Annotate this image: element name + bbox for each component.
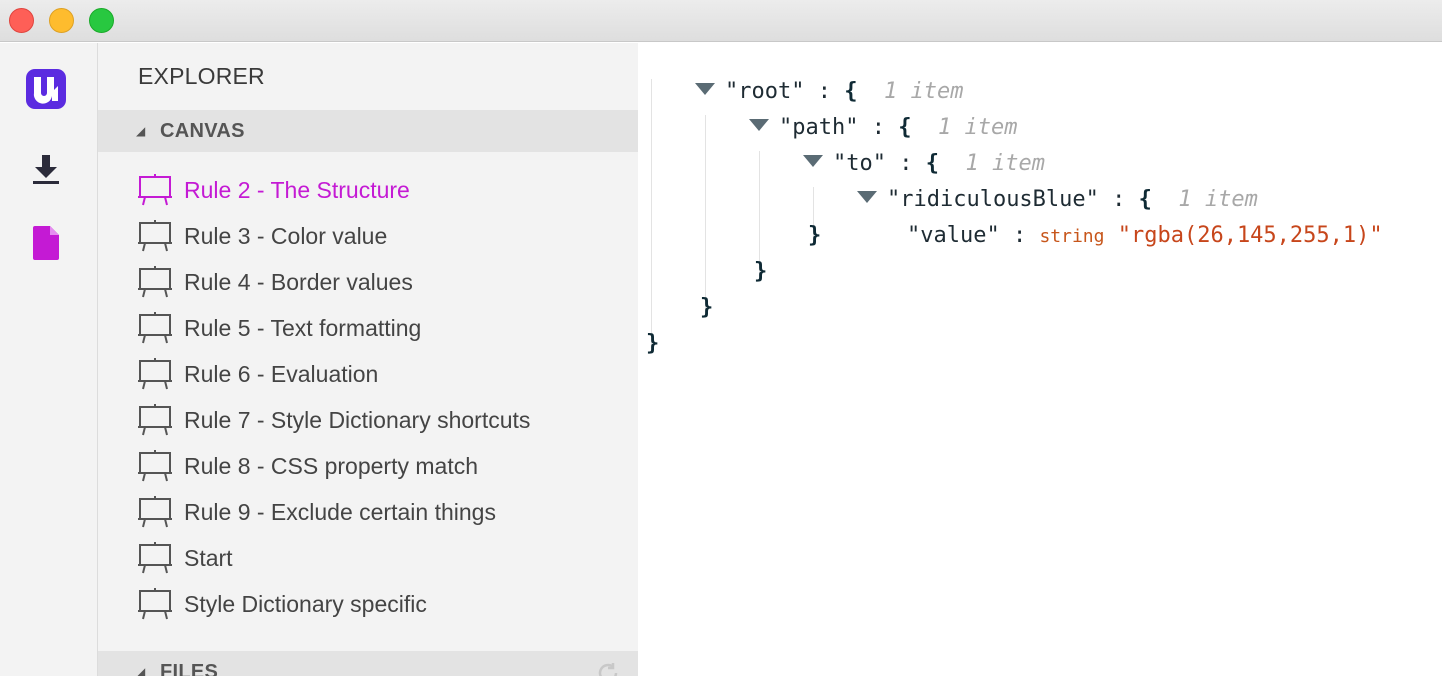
download-icon[interactable] [24, 147, 68, 191]
json-close-brace-char: } [700, 295, 714, 320]
file-icon[interactable] [24, 221, 68, 265]
canvas-item-label: Rule 9 - Exclude certain things [184, 498, 496, 525]
easel-icon [138, 357, 172, 391]
canvas-item-label: Rule 8 - CSS property match [184, 452, 479, 479]
canvas-item[interactable]: Rule 2 - The Structure [98, 167, 638, 213]
json-close-brace: } [754, 254, 767, 290]
canvas-item-label: Rule 3 - Color value [184, 222, 388, 249]
json-node-root[interactable]: "root" : { 1 item [642, 38, 963, 104]
files-section-header[interactable]: ◢ FILES [98, 651, 638, 676]
json-type-label: string [1039, 226, 1105, 247]
title-bar [0, 0, 1442, 42]
explorer-title: EXPLORER [138, 63, 265, 89]
files-section-label: FILES [160, 660, 219, 676]
easel-icon [138, 541, 172, 575]
json-close-brace: } [808, 218, 821, 254]
json-close-brace: } [646, 326, 659, 362]
refresh-icon[interactable] [596, 661, 620, 676]
canvas-item-label: Style Dictionary specific [184, 590, 427, 617]
canvas-item-label: Rule 6 - Evaluation [184, 360, 379, 387]
easel-icon [138, 495, 172, 529]
app-logo-icon[interactable] [24, 67, 68, 111]
easel-icon [138, 449, 172, 483]
activity-bar [0, 43, 98, 676]
maximize-window-button[interactable] [89, 8, 114, 33]
json-colon: : [999, 223, 1040, 248]
easel-icon [138, 173, 172, 207]
json-viewer: "root" : { 1 item "path" : { 1 item "to"… [638, 43, 1442, 676]
easel-icon [138, 587, 172, 621]
easel-icon [138, 311, 172, 345]
close-window-button[interactable] [9, 8, 34, 33]
json-node-to[interactable]: "to" : { 1 item [750, 110, 1045, 176]
canvas-item-label: Rule 4 - Border values [184, 268, 413, 295]
json-close-brace-char: } [808, 223, 822, 248]
canvas-item[interactable]: Rule 8 - CSS property match [98, 443, 638, 489]
canvas-item[interactable]: Rule 3 - Color value [98, 213, 638, 259]
json-node-ridiculousblue[interactable]: "ridiculousBlue" : { 1 item [804, 146, 1258, 212]
json-close-brace-char: } [754, 259, 768, 284]
minimize-window-button[interactable] [49, 8, 74, 33]
explorer-sidebar: EXPLORER ◢ CANVAS Rule 2 - The Structure… [98, 43, 638, 676]
canvas-item-label: Start [184, 544, 233, 571]
json-key: "value" [906, 223, 1000, 248]
json-close-brace: } [700, 290, 713, 326]
canvas-item[interactable]: Rule 7 - Style Dictionary shortcuts [98, 397, 638, 443]
easel-icon [138, 403, 172, 437]
canvas-section-label: CANVAS [160, 119, 245, 142]
canvas-item[interactable]: Rule 6 - Evaluation [98, 351, 638, 397]
canvas-section-header[interactable]: ◢ CANVAS [98, 110, 638, 152]
json-node-value[interactable]: "value" : string "rgba(26,145,255,1)" [854, 182, 1383, 248]
canvas-item-label: Rule 5 - Text formatting [184, 314, 422, 341]
easel-icon [138, 219, 172, 253]
canvas-item[interactable]: Start [98, 535, 638, 581]
canvas-item[interactable]: Style Dictionary specific [98, 581, 638, 627]
json-node-path[interactable]: "path" : { 1 item [696, 74, 1017, 140]
json-close-brace-char: } [646, 331, 660, 356]
easel-icon [138, 265, 172, 299]
canvas-item-label: Rule 2 - The Structure [184, 176, 410, 203]
canvas-item[interactable]: Rule 5 - Text formatting [98, 305, 638, 351]
canvas-item[interactable]: Rule 9 - Exclude certain things [98, 489, 638, 535]
collapse-arrow-icon: ◢ [136, 124, 146, 138]
canvas-item-label: Rule 7 - Style Dictionary shortcuts [184, 406, 531, 433]
canvas-item[interactable]: Rule 4 - Border values [98, 259, 638, 305]
json-string-value[interactable]: "rgba(26,145,255,1)" [1118, 223, 1383, 248]
canvas-list: Rule 2 - The Structure Rule 3 - Color val… [98, 167, 638, 627]
collapse-arrow-icon: ◢ [136, 665, 146, 676]
